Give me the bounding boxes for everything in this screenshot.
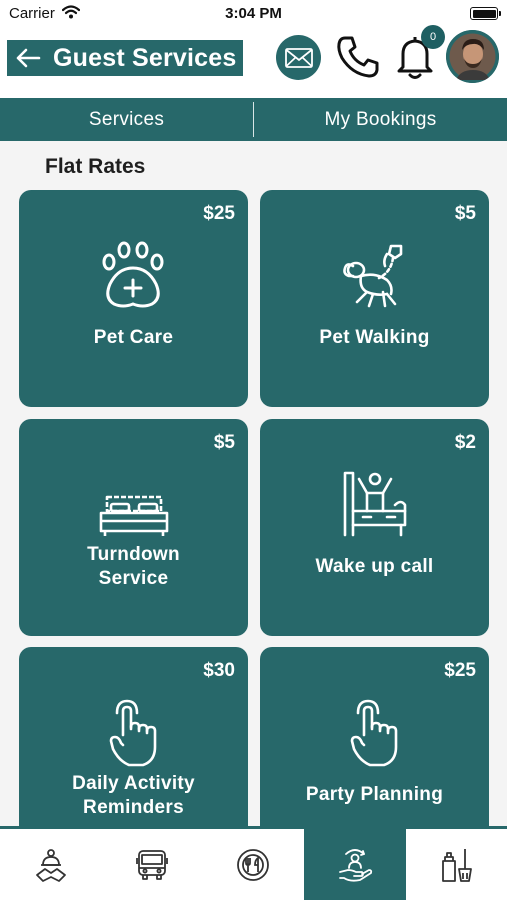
status-bar: Carrier 3:04 PM xyxy=(0,0,507,28)
service-price: $5 xyxy=(213,432,235,453)
wake-up-icon xyxy=(260,469,489,539)
tab-services[interactable]: Services xyxy=(0,98,253,141)
service-card-turndown[interactable]: $5 Turndown Service xyxy=(19,419,248,636)
nav-guest-services[interactable] xyxy=(304,829,406,900)
page-title: Guest Services xyxy=(53,43,237,72)
tab-my-bookings[interactable]: My Bookings xyxy=(254,98,507,141)
dining-icon xyxy=(237,848,270,881)
service-label: Wake up call xyxy=(315,556,434,577)
service-label-line-2: Reminders xyxy=(83,797,184,818)
service-label-line-1: Turndown xyxy=(87,544,180,565)
app-header: Guest Services 0 xyxy=(0,25,507,98)
bed-icon xyxy=(19,495,248,537)
nav-transport[interactable] xyxy=(101,829,202,900)
notification-badge: 0 xyxy=(421,25,445,49)
service-card-pet-care[interactable]: $25 Pet Care xyxy=(19,190,248,407)
battery-icon xyxy=(470,7,501,20)
service-price: $5 xyxy=(454,203,476,224)
tap-hand-icon xyxy=(19,699,248,767)
back-button[interactable]: Guest Services xyxy=(7,40,243,76)
section-title: Flat Rates xyxy=(45,155,146,178)
service-label-line-1: Daily Activity xyxy=(72,773,195,794)
guest-services-icon xyxy=(338,848,373,882)
mail-icon xyxy=(284,47,313,68)
service-label: Pet Care xyxy=(93,327,174,348)
phone-icon xyxy=(337,36,379,78)
tab-bar: Services My Bookings xyxy=(0,98,507,141)
bus-icon xyxy=(136,849,168,880)
service-label: Turndown Service xyxy=(19,543,248,591)
avatar[interactable] xyxy=(446,30,499,83)
service-price: $2 xyxy=(454,432,476,453)
nav-housekeeping[interactable] xyxy=(406,829,507,900)
dog-walking-icon xyxy=(260,242,489,310)
service-label-line-2: Service xyxy=(98,568,169,589)
avatar-image xyxy=(446,30,499,83)
bottom-navigation xyxy=(0,826,507,900)
service-label: Party Planning xyxy=(305,784,444,805)
service-label: Pet Walking xyxy=(319,327,430,348)
housekeeping-icon xyxy=(442,848,473,882)
status-time: 3:04 PM xyxy=(225,5,282,22)
nav-concierge[interactable] xyxy=(0,829,101,900)
mail-button[interactable] xyxy=(276,35,321,80)
service-card-pet-walking[interactable]: $5 Pet Walking xyxy=(260,190,489,407)
service-card-wake-up-call[interactable]: $2 Wake up call xyxy=(260,419,489,636)
service-price: $30 xyxy=(203,660,235,681)
paw-plus-icon xyxy=(19,240,248,310)
concierge-icon xyxy=(35,848,66,882)
service-label: Daily Activity Reminders xyxy=(19,772,248,820)
nav-dining[interactable] xyxy=(203,829,304,900)
service-price: $25 xyxy=(203,203,235,224)
service-price: $25 xyxy=(444,660,476,681)
back-arrow-icon xyxy=(16,48,41,68)
tap-hand-icon xyxy=(260,699,489,767)
phone-button[interactable] xyxy=(334,33,382,81)
